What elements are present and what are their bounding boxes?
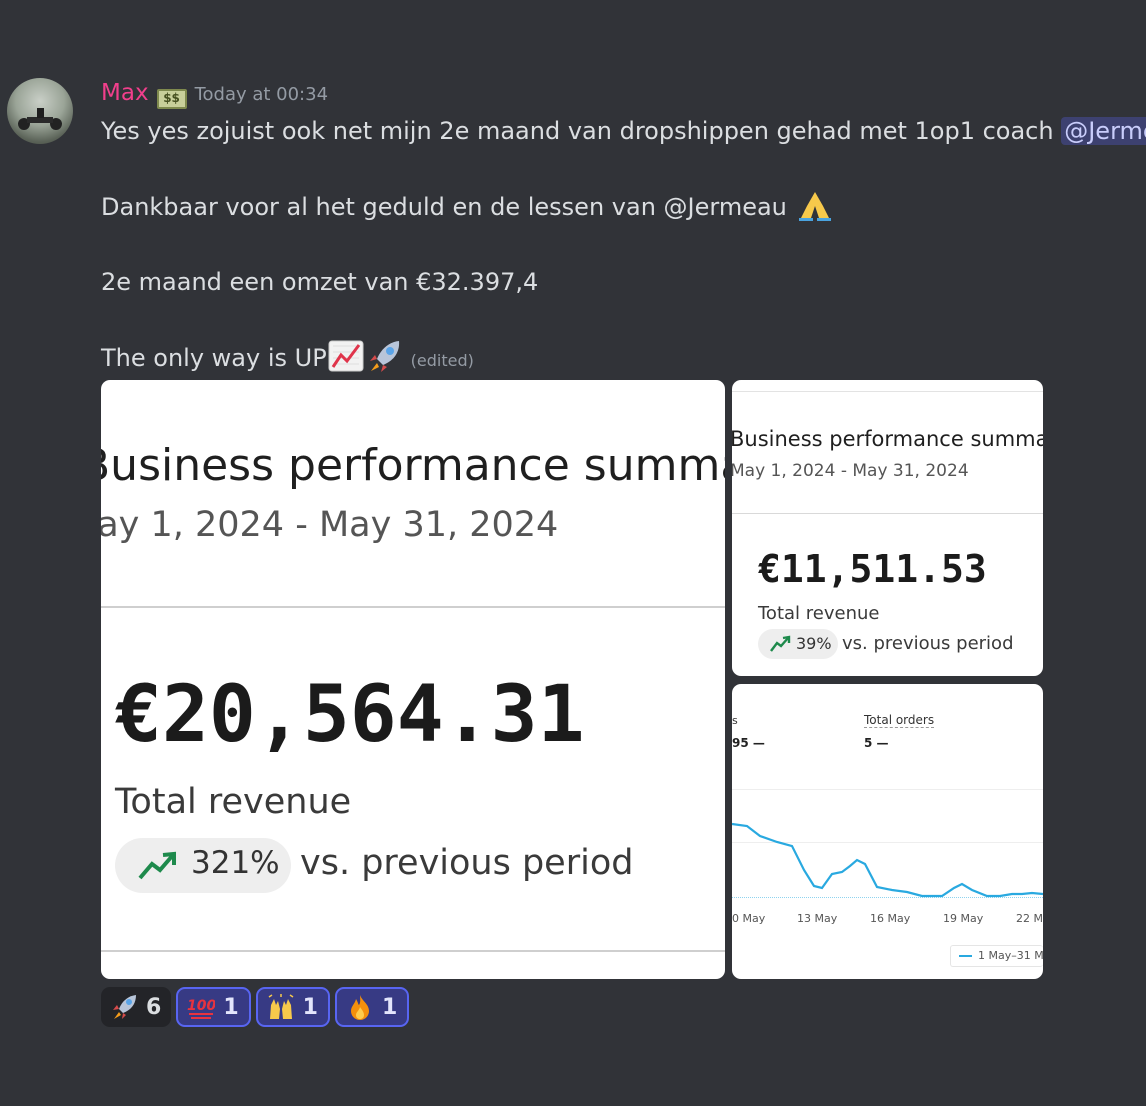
user-avatar[interactable] (7, 78, 73, 144)
chart-increasing-icon (328, 340, 364, 372)
trend-up-icon (770, 635, 791, 652)
divider (732, 513, 1043, 514)
total-orders-label: Total orders (864, 713, 935, 728)
sales-line-chart (732, 822, 1043, 898)
user-mention[interactable]: @Jermeau (1061, 117, 1146, 145)
divider (732, 391, 1043, 392)
x-tick: 22 M (1016, 912, 1043, 925)
reaction-count: 1 (223, 994, 239, 1020)
revenue-label: Total revenue (758, 603, 880, 624)
reaction-fire[interactable]: 1 (334, 987, 410, 1027)
image-attachment-revenue[interactable]: Business performance summary May 1, 2024… (732, 380, 1043, 676)
message-text: The only way is UP (101, 344, 327, 372)
report-title: Business performance summary (732, 427, 1043, 451)
hundred-points-icon: 100 (187, 998, 215, 1019)
trend-up-icon (138, 851, 176, 880)
report-date-range: May 1, 2024 - May 31, 2024 (101, 505, 559, 545)
chat-message: Max $$ Today at 00:34 Yes yes zojuist oo… (0, 0, 1146, 1106)
message-line-3: 2e maand een omzet van €32.397,4 (101, 263, 538, 301)
legend-label: 1 May–31 M (978, 949, 1043, 962)
message-line-2: Dankbaar voor al het geduld en de lessen… (101, 188, 835, 226)
legend-swatch (959, 955, 972, 957)
report-title: Business performance summary (101, 440, 725, 491)
revenue-amount: €11,511.53 (758, 547, 987, 591)
chart-legend: 1 May–31 M (950, 945, 1043, 967)
motorcycle-icon (18, 108, 62, 130)
gridline (732, 789, 1043, 790)
x-tick: 0 May (732, 912, 766, 925)
rocket-icon (113, 995, 136, 1019)
message-text: Dankbaar voor al het geduld en de lessen… (101, 193, 787, 221)
message-text: 2e maand een omzet van €32.397,4 (101, 268, 539, 296)
message-header: Max $$ Today at 00:34 (101, 80, 329, 109)
reactions-bar: 6 100 1 1 1 (101, 987, 410, 1027)
compare-label: vs. previous period (300, 843, 634, 883)
change-percent: 39% (796, 634, 832, 653)
message-line-4: The only way is UP (edited) (101, 339, 474, 380)
svg-text:100: 100 (187, 998, 215, 1014)
change-badge: 321% (115, 838, 291, 893)
fire-icon (350, 995, 369, 1020)
reaction-count: 6 (146, 994, 162, 1020)
rocket-icon (369, 341, 399, 372)
username[interactable]: Max (101, 80, 149, 106)
reaction-rocket[interactable]: 6 (101, 987, 172, 1027)
sales-line (732, 822, 1043, 898)
metric-label: s (732, 714, 738, 727)
revenue-amount: €20,564.31 (115, 670, 585, 760)
raising-hands-icon (268, 994, 294, 1019)
reaction-raising-hands[interactable]: 1 (255, 987, 330, 1027)
x-tick: 19 May (943, 912, 984, 925)
x-tick: 13 May (797, 912, 838, 925)
message-text: Yes yes zojuist ook net mijn 2e maand va… (101, 117, 1062, 145)
money-bag-icon: $$ (156, 89, 187, 109)
divider (101, 950, 725, 952)
change-badge: 39% (758, 629, 838, 659)
image-attachment-large[interactable]: Business performance summary May 1, 2024… (101, 380, 725, 979)
reaction-count: 1 (381, 994, 398, 1020)
compare-label: vs. previous period (842, 633, 1014, 654)
reaction-count: 1 (302, 994, 318, 1020)
reaction-hundred[interactable]: 100 1 (176, 987, 251, 1027)
total-orders-value: 5 — (864, 736, 889, 750)
x-tick: 16 May (870, 912, 911, 925)
divider (101, 606, 725, 608)
report-date-range: May 1, 2024 - May 31, 2024 (732, 461, 969, 481)
edited-label: (edited) (410, 351, 474, 370)
revenue-label: Total revenue (115, 782, 352, 822)
timestamp: Today at 00:34 (194, 84, 329, 105)
message-line-1: Yes yes zojuist ook net mijn 2e maand va… (101, 112, 1146, 150)
folded-hands-icon (798, 192, 831, 221)
metric-value: 95 — (732, 736, 765, 750)
image-attachment-chart[interactable]: s 95 — Total orders 5 — 0 May 13 May 16 … (732, 684, 1043, 979)
change-percent: 321% (191, 845, 280, 881)
